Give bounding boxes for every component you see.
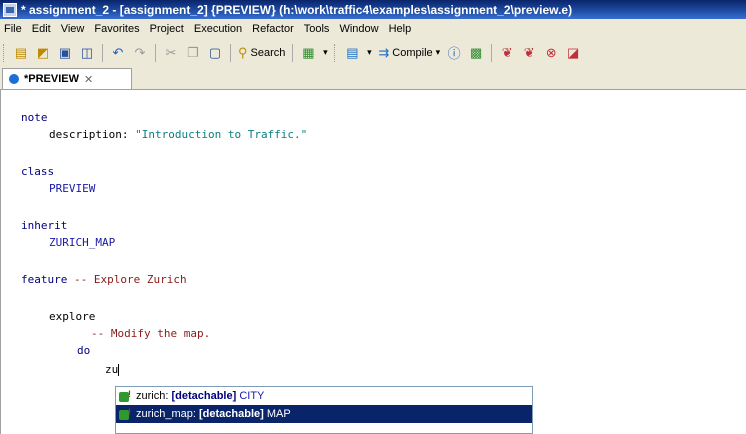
- search-icon: ⚲: [238, 44, 248, 60]
- menu-window[interactable]: Window: [334, 23, 383, 35]
- code-line-explore: explore: [49, 310, 96, 323]
- system-dropdown-icon[interactable]: ▾: [364, 43, 374, 63]
- close-tab-icon[interactable]: ✕: [84, 73, 93, 86]
- menu-project[interactable]: Project: [145, 23, 189, 35]
- code-line-note: note: [21, 111, 48, 124]
- completion-item-zurich-map[interactable]: ! zurich_map: [detachable] MAP: [116, 405, 532, 423]
- feature-icon: !: [118, 389, 134, 403]
- feature-comment: -- Explore Zurich: [73, 273, 187, 286]
- compile-icon: ⇉: [378, 44, 390, 60]
- run-icon[interactable]: ❦: [497, 43, 517, 63]
- class-icon: [9, 74, 19, 84]
- run-workbench-icon[interactable]: ❦: [519, 43, 539, 63]
- code-line-parent-class: ZURICH_MAP: [49, 236, 116, 249]
- completion-modifier: [detachable]: [198, 408, 264, 420]
- compile-button[interactable]: ⇉ Compile ▾: [378, 45, 440, 61]
- code-line-current: zu: [105, 363, 120, 376]
- code-line-do: do: [77, 344, 91, 357]
- code-editor[interactable]: note description: "Introduction to Traff…: [0, 90, 746, 434]
- stop-icon[interactable]: ⊗: [541, 43, 561, 63]
- completion-modifier: [detachable]: [171, 390, 237, 402]
- tab-preview[interactable]: *PREVIEW ✕: [2, 68, 132, 89]
- autocomplete-popup: ! zurich: [detachable] CITY ! zurich_map…: [115, 386, 533, 434]
- new-project-icon[interactable]: ▤: [11, 43, 31, 63]
- toolbar-grip[interactable]: [334, 43, 338, 62]
- toolbar-separator: [155, 43, 156, 62]
- feature-keyword: feature: [21, 273, 68, 286]
- code-line-feature: feature -- Explore Zurich: [21, 273, 187, 286]
- typed-text: zu: [105, 363, 119, 376]
- menu-file[interactable]: File: [0, 23, 27, 35]
- toolbar: ▤ ◩ ▣ ◫ ↶ ↷ ✂ ❐ ▢ ⚲ Search ▦ ▾ ▤ ▾ ⇉ Com…: [0, 39, 746, 67]
- feature-icon: !: [118, 407, 134, 421]
- editor-tab-bar: *PREVIEW ✕: [0, 66, 746, 90]
- code-line-description: description: "Introduction to Traffic.": [49, 128, 307, 141]
- code-line-comment: -- Modify the map.: [91, 327, 211, 340]
- menu-edit[interactable]: Edit: [27, 23, 56, 35]
- completion-type: MAP: [266, 408, 291, 420]
- toolbar-separator: [292, 43, 294, 62]
- save-icon[interactable]: ▣: [55, 43, 75, 63]
- description-key: description:: [49, 128, 129, 141]
- open-project-icon[interactable]: ◩: [33, 43, 53, 63]
- code-line-inherit: inherit: [21, 219, 68, 232]
- menu-refactor[interactable]: Refactor: [247, 23, 299, 35]
- completion-name: zurich_map:: [136, 408, 196, 420]
- code-line-class: class: [21, 165, 55, 178]
- app-icon: [3, 2, 17, 17]
- toolbar-separator: [491, 43, 493, 62]
- window-title: * assignment_2 - [assignment_2] {PREVIEW…: [21, 2, 573, 17]
- menu-view[interactable]: View: [56, 23, 90, 35]
- menu-bar: File Edit View Favorites Project Executi…: [0, 19, 746, 39]
- undo-icon[interactable]: ↶: [108, 43, 128, 63]
- description-value: "Introduction to Traffic.": [135, 128, 308, 141]
- compile-dropdown-icon[interactable]: ▾: [436, 47, 441, 58]
- launch-icon[interactable]: ▦: [298, 43, 318, 63]
- info-icon[interactable]: ⓘ: [444, 43, 464, 63]
- search-label: Search: [250, 46, 286, 59]
- title-bar: * assignment_2 - [assignment_2] {PREVIEW…: [0, 0, 746, 19]
- toolbar-separator: [102, 43, 103, 62]
- diagram-icon[interactable]: ▩: [466, 43, 486, 63]
- completion-type: CITY: [239, 390, 265, 402]
- search-button[interactable]: ⚲ Search: [238, 45, 285, 61]
- system-icon[interactable]: ▤: [342, 43, 362, 63]
- toolbar-grip[interactable]: [3, 43, 7, 62]
- text-caret: [118, 364, 120, 376]
- save-all-icon[interactable]: ◫: [77, 43, 97, 63]
- cut-icon[interactable]: ✂: [161, 43, 181, 63]
- copy-icon[interactable]: ❐: [183, 43, 203, 63]
- launch-dropdown-icon[interactable]: ▾: [320, 43, 330, 63]
- paste-icon[interactable]: ▢: [205, 43, 225, 63]
- redo-icon[interactable]: ↷: [130, 43, 150, 63]
- menu-favorites[interactable]: Favorites: [89, 23, 144, 35]
- menu-help[interactable]: Help: [384, 23, 417, 35]
- toolbar-separator: [230, 43, 231, 62]
- code-line-class-name: PREVIEW: [49, 182, 96, 195]
- menu-execution[interactable]: Execution: [189, 23, 247, 35]
- tab-label: *PREVIEW: [24, 73, 80, 85]
- compile-label: Compile: [392, 46, 433, 59]
- menu-tools[interactable]: Tools: [299, 23, 335, 35]
- completion-item-zurich[interactable]: ! zurich: [detachable] CITY: [116, 387, 532, 405]
- completion-name: zurich:: [136, 390, 169, 402]
- debug-icon[interactable]: ◪: [563, 43, 583, 63]
